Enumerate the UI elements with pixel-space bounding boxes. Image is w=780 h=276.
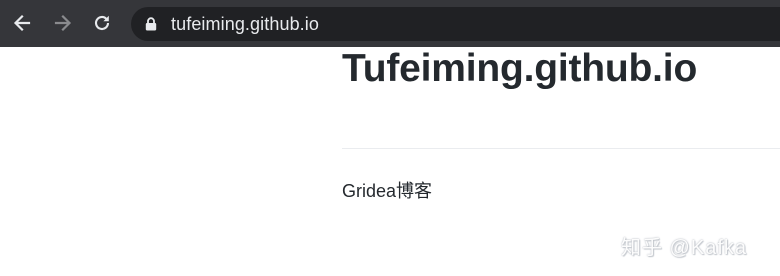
- title-divider: [342, 148, 780, 149]
- arrow-left-icon: [13, 14, 31, 32]
- lock-icon: [145, 17, 157, 31]
- address-bar[interactable]: tufeiming.github.io: [131, 7, 780, 41]
- site-description: Gridea博客: [342, 181, 433, 201]
- reload-icon: [94, 15, 110, 31]
- url-text: tufeiming.github.io: [171, 13, 319, 34]
- arrow-right-icon: [54, 14, 72, 32]
- reload-button[interactable]: [89, 10, 115, 36]
- back-button[interactable]: [9, 10, 35, 36]
- browser-toolbar: tufeiming.github.io: [0, 0, 780, 47]
- page-title: Tufeiming.github.io: [342, 47, 698, 90]
- watermark-text: 知乎 @Kafka: [621, 237, 748, 259]
- forward-button[interactable]: [50, 10, 76, 36]
